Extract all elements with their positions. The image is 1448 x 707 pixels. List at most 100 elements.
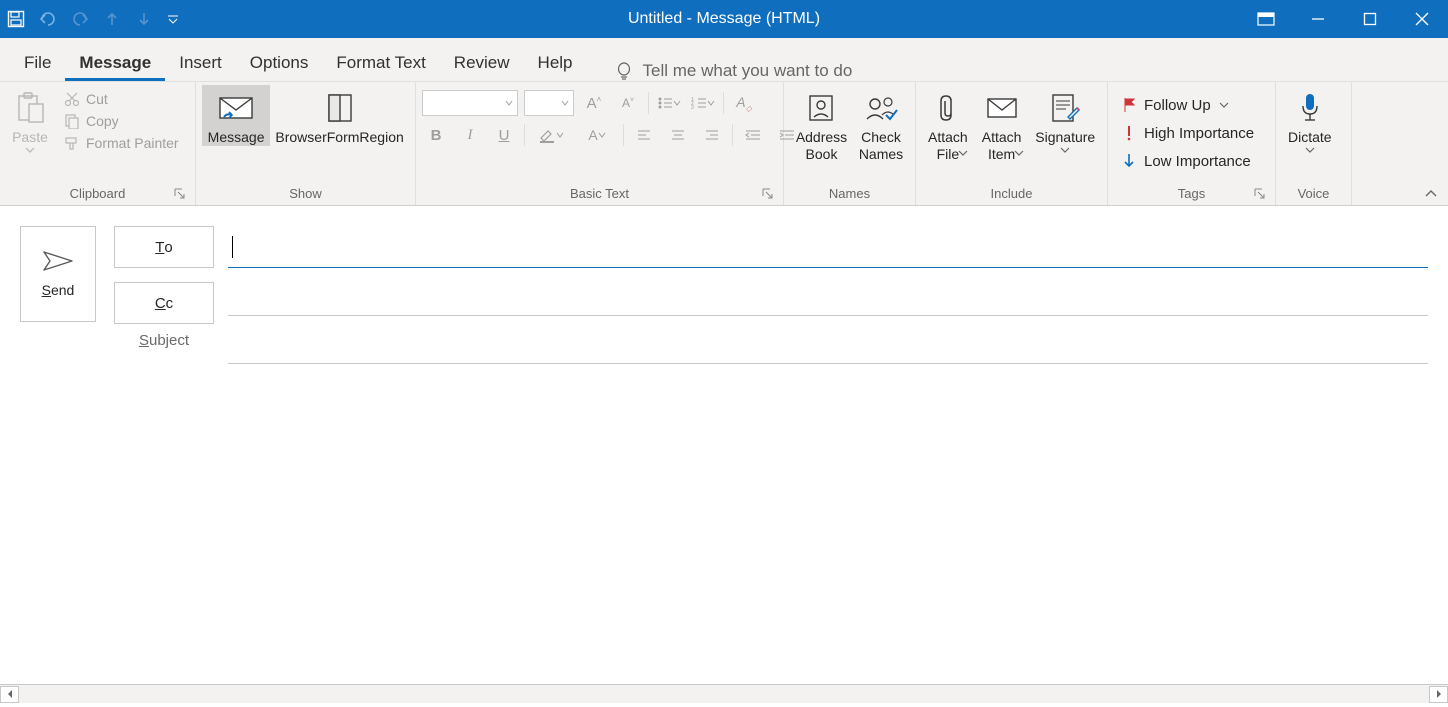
font-color-button[interactable]: A <box>577 122 617 148</box>
chevron-down-icon <box>561 100 569 106</box>
follow-up-button[interactable]: Follow Up <box>1114 91 1237 119</box>
attach-file-button[interactable]: Attach File <box>922 85 974 157</box>
tab-file[interactable]: File <box>10 43 65 81</box>
triangle-left-icon <box>6 689 14 699</box>
close-button[interactable] <box>1396 0 1448 38</box>
address-book-button[interactable]: Address Book <box>790 85 853 163</box>
tab-insert[interactable]: Insert <box>165 43 236 81</box>
to-field[interactable] <box>228 226 1428 268</box>
redo-button[interactable] <box>64 0 96 38</box>
attach-item-icon <box>985 95 1019 121</box>
show-group-label: Show <box>202 184 409 203</box>
align-center-button[interactable] <box>664 122 692 148</box>
highlight-button[interactable] <box>531 122 571 148</box>
clipboard-group-label: Clipboard <box>6 184 189 203</box>
undo-button[interactable] <box>32 0 64 38</box>
browser-form-region-button[interactable]: BrowserFormRegion <box>270 85 409 146</box>
underline-button[interactable]: U <box>490 122 518 148</box>
align-right-button[interactable] <box>698 122 726 148</box>
tab-format-text[interactable]: Format Text <box>322 43 439 81</box>
tell-me-search[interactable]: Tell me what you want to do <box>615 61 853 81</box>
customize-dropdown-icon <box>167 13 179 25</box>
decrease-indent-button[interactable] <box>739 122 767 148</box>
send-button[interactable]: Send <box>20 226 96 322</box>
signature-icon <box>1050 93 1080 123</box>
dialog-launcher-icon[interactable] <box>173 187 187 201</box>
scroll-left-button[interactable] <box>0 686 19 703</box>
compose-header: Send To Cc Subject <box>0 206 1448 374</box>
font-name-combo[interactable] <box>422 90 518 116</box>
ribbon-display-button[interactable] <box>1240 0 1292 38</box>
format-painter-label: Format Painter <box>86 135 179 151</box>
subject-field[interactable] <box>228 322 1428 364</box>
clear-formatting-button[interactable]: A◇ <box>730 90 758 116</box>
tab-help[interactable]: Help <box>524 43 587 81</box>
chevron-down-icon <box>598 132 606 138</box>
group-clipboard: Paste Cut Copy Format Painter Clipboa <box>0 82 196 205</box>
undo-icon <box>38 11 58 27</box>
cc-button[interactable]: Cc <box>114 282 214 324</box>
numbering-button[interactable]: 123 <box>689 90 717 116</box>
bold-button[interactable]: B <box>422 122 450 148</box>
scroll-right-button[interactable] <box>1429 686 1448 703</box>
tab-review[interactable]: Review <box>440 43 524 81</box>
maximize-icon <box>1363 12 1377 26</box>
copy-label: Copy <box>86 113 119 129</box>
align-left-button[interactable] <box>630 122 658 148</box>
qat-customize-button[interactable] <box>160 0 186 38</box>
paste-button[interactable]: Paste <box>6 85 54 154</box>
scroll-track[interactable] <box>19 686 1429 703</box>
to-button[interactable]: To <box>114 226 214 268</box>
cc-field[interactable] <box>228 274 1428 316</box>
chevron-down-icon <box>25 146 35 154</box>
grow-font-button[interactable]: A˄ <box>580 90 608 116</box>
copy-button[interactable]: Copy <box>58 111 185 131</box>
maximize-button[interactable] <box>1344 0 1396 38</box>
window-controls <box>1240 0 1448 38</box>
low-importance-icon <box>1122 153 1136 169</box>
attach-item-button[interactable]: Attach Item <box>974 85 1030 157</box>
show-message-button[interactable]: Message <box>202 85 270 146</box>
horizontal-scrollbar <box>0 684 1448 703</box>
tab-options[interactable]: Options <box>236 43 323 81</box>
minimize-icon <box>1311 12 1325 26</box>
chevron-down-icon <box>1305 146 1315 154</box>
format-painter-button[interactable]: Format Painter <box>58 133 185 153</box>
ribbon-display-icon <box>1257 12 1275 26</box>
font-size-combo[interactable] <box>524 90 574 116</box>
high-importance-label: High Importance <box>1144 125 1254 142</box>
high-importance-button[interactable]: High Importance <box>1114 119 1262 147</box>
check-names-button[interactable]: Check Names <box>853 85 909 163</box>
cut-button[interactable]: Cut <box>58 89 185 109</box>
save-button[interactable] <box>0 0 32 38</box>
window-title: Untitled - Message (HTML) <box>628 10 820 28</box>
bullets-button[interactable] <box>655 90 683 116</box>
show-message-label: Message <box>208 129 265 146</box>
previous-item-button[interactable] <box>96 0 128 38</box>
chevron-down-icon <box>958 149 968 157</box>
low-importance-label: Low Importance <box>1144 153 1251 170</box>
signature-button[interactable]: Signature <box>1029 85 1101 154</box>
arrow-down-icon <box>137 11 151 27</box>
voice-group-label: Voice <box>1282 184 1345 203</box>
tab-message[interactable]: Message <box>65 43 165 81</box>
italic-button[interactable]: I <box>456 122 484 148</box>
dictate-button[interactable]: Dictate <box>1282 85 1338 154</box>
message-body[interactable] <box>0 374 1448 684</box>
check-names-icon <box>864 93 898 123</box>
subject-label: Subject <box>114 332 214 349</box>
low-importance-button[interactable]: Low Importance <box>1114 147 1259 175</box>
minimize-button[interactable] <box>1292 0 1344 38</box>
dialog-launcher-icon[interactable] <box>1253 187 1267 201</box>
paperclip-icon <box>937 93 959 123</box>
check-names-label: Check Names <box>859 129 903 163</box>
align-center-icon <box>671 129 685 141</box>
collapse-ribbon-button[interactable] <box>1424 189 1438 199</box>
signature-label: Signature <box>1035 129 1095 146</box>
dialog-launcher-icon[interactable] <box>761 187 775 201</box>
microphone-icon <box>1299 92 1321 124</box>
shrink-font-button[interactable]: A˅ <box>614 90 642 116</box>
copy-icon <box>64 113 80 129</box>
cut-icon <box>64 91 80 107</box>
next-item-button[interactable] <box>128 0 160 38</box>
